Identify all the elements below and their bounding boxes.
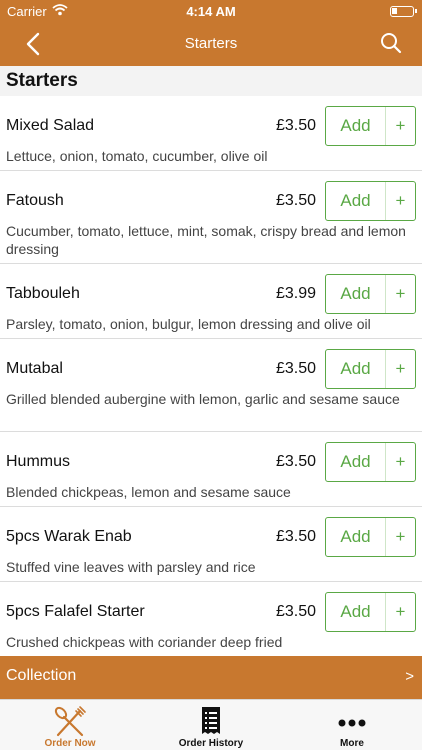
add-button[interactable]: Add + xyxy=(325,181,416,221)
item-name: Hummus xyxy=(6,453,71,470)
page-title: Starters xyxy=(184,35,238,52)
more-dots-icon xyxy=(334,705,370,737)
item-description: Crushed chickpeas with coriander deep fr… xyxy=(6,634,283,650)
plus-icon: + xyxy=(395,116,406,135)
item-name: 5pcs Falafel Starter xyxy=(6,603,145,620)
plus-icon: + xyxy=(395,452,406,471)
plus-icon: + xyxy=(395,527,406,546)
tab-more[interactable]: More xyxy=(282,700,422,750)
tab-label: More xyxy=(340,738,364,749)
menu-item: 5pcs Warak Enab £3.50 Add + Stuffed vine … xyxy=(0,507,422,582)
item-name: Mixed Salad xyxy=(6,117,95,134)
menu-item: Tabbouleh £3.99 Add + Parsley, tomato, on… xyxy=(0,264,422,339)
plus-icon: + xyxy=(395,284,406,303)
receipt-icon xyxy=(193,705,229,737)
item-price: £3.50 xyxy=(275,528,316,545)
chevron-right-icon: > xyxy=(405,668,414,685)
clock: 4:14 AM xyxy=(186,4,236,19)
item-name: 5pcs Warak Enab xyxy=(6,528,132,545)
add-label: Add xyxy=(326,275,386,313)
item-description: Blended chickpeas, lemon and sesame sauc… xyxy=(6,484,291,500)
add-label: Add xyxy=(326,350,386,388)
add-button[interactable]: Add + xyxy=(325,349,416,389)
navigation-bar: Starters xyxy=(0,22,422,66)
tab-order-history[interactable]: Order History xyxy=(141,700,281,750)
menu-item: Mutabal £3.50 Add + Grilled blended auber… xyxy=(0,339,422,432)
item-description: Lettuce, onion, tomato, cucumber, olive … xyxy=(6,148,268,164)
menu-item: Fatoush £3.50 Add + Cucumber, tomato, let… xyxy=(0,171,422,264)
item-price: £3.50 xyxy=(275,603,316,620)
add-button[interactable]: Add + xyxy=(325,274,416,314)
item-description: Cucumber, tomato, lettuce, mint, somak, … xyxy=(6,223,406,257)
item-description: Grilled blended aubergine with lemon, ga… xyxy=(6,391,400,407)
item-price: £3.99 xyxy=(275,285,316,302)
section-header: Starters xyxy=(0,66,422,96)
item-description: Stuffed vine leaves with parsley and ric… xyxy=(6,559,256,575)
fork-knife-icon xyxy=(52,705,88,737)
status-bar: Carrier 4:14 AM xyxy=(0,0,422,22)
collection-bar[interactable]: Collection > xyxy=(0,656,422,699)
search-icon[interactable] xyxy=(380,32,402,54)
plus-icon: + xyxy=(395,359,406,378)
menu-list[interactable]: Mixed Salad £3.50 Add + Lettuce, onion, t… xyxy=(0,96,422,656)
item-price: £3.50 xyxy=(275,453,316,470)
tab-bar: Order Now Order History More xyxy=(0,699,422,750)
add-button[interactable]: Add + xyxy=(325,442,416,482)
tab-order-now[interactable]: Order Now xyxy=(0,700,140,750)
add-button[interactable]: Add + xyxy=(325,106,416,146)
plus-icon: + xyxy=(395,602,406,621)
item-price: £3.50 xyxy=(275,360,316,377)
item-price: £3.50 xyxy=(275,117,316,134)
menu-item: Mixed Salad £3.50 Add + Lettuce, onion, t… xyxy=(0,96,422,171)
add-button[interactable]: Add + xyxy=(325,592,416,632)
add-label: Add xyxy=(326,443,386,481)
add-label: Add xyxy=(326,182,386,220)
plus-icon: + xyxy=(395,191,406,210)
menu-item: 5pcs Falafel Starter £3.50 Add + Crushed … xyxy=(0,582,422,656)
add-button[interactable]: Add + xyxy=(325,517,416,557)
item-name: Tabbouleh xyxy=(6,285,80,302)
item-name: Mutabal xyxy=(6,360,63,377)
item-name: Fatoush xyxy=(6,192,64,209)
add-label: Add xyxy=(326,593,386,631)
collection-label: Collection xyxy=(6,667,77,684)
add-label: Add xyxy=(326,107,386,145)
tab-label: Order Now xyxy=(44,738,96,749)
item-price: £3.50 xyxy=(275,192,316,209)
item-description: Parsley, tomato, onion, bulgur, lemon dr… xyxy=(6,316,371,332)
section-title: Starters xyxy=(6,70,78,91)
battery-icon xyxy=(390,6,417,17)
menu-item: Hummus £3.50 Add + Blended chickpeas, lem… xyxy=(0,432,422,507)
add-label: Add xyxy=(326,518,386,556)
tab-label: Order History xyxy=(178,738,244,749)
